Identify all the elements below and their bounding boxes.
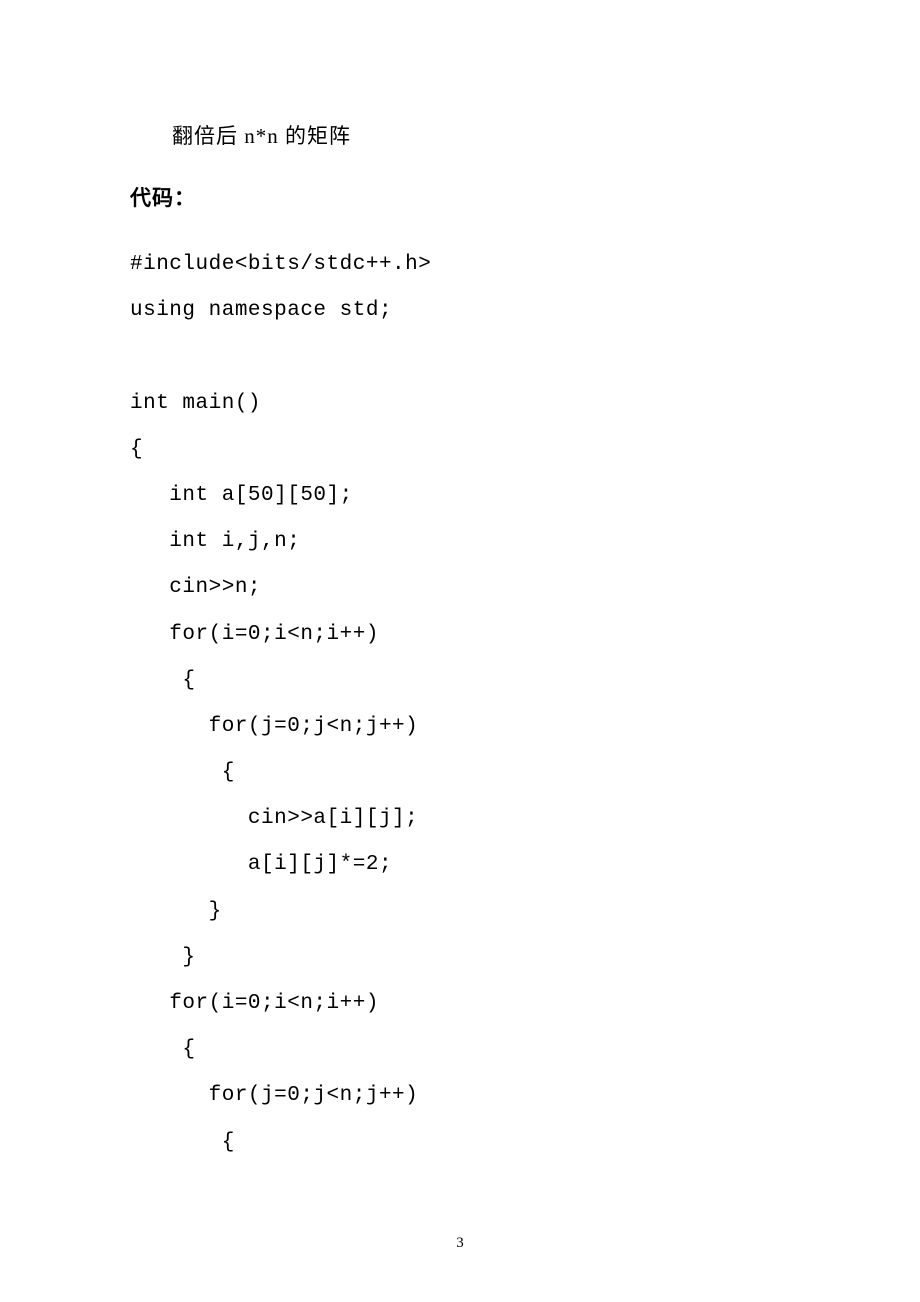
page-number: 3 <box>0 1235 920 1252</box>
code-block: #include<bits/stdc++.h> using namespace … <box>130 242 790 1166</box>
code-label: 代码： <box>130 182 790 212</box>
description-text: 翻倍后 n*n 的矩阵 <box>130 120 790 150</box>
document-page: 翻倍后 n*n 的矩阵 代码： #include<bits/stdc++.h> … <box>0 0 920 1302</box>
